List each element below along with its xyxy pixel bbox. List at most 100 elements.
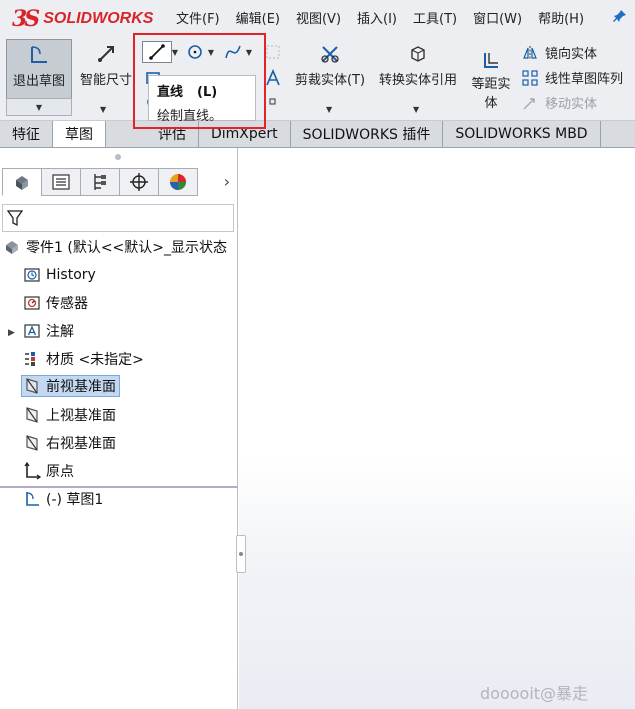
tab-evaluate[interactable]: 评估 bbox=[106, 121, 199, 147]
exit-sketch-button[interactable]: 退出草图 bbox=[6, 39, 72, 99]
menu-window[interactable]: 窗口(W) bbox=[473, 8, 522, 27]
point-button[interactable] bbox=[266, 95, 280, 109]
smart-dimension-label: 智能尺寸 bbox=[79, 73, 132, 88]
tab-feature-manager[interactable] bbox=[2, 168, 42, 196]
mirror-icon bbox=[520, 44, 540, 62]
tab-display-manager[interactable] bbox=[158, 168, 198, 196]
line-button[interactable] bbox=[142, 41, 172, 63]
trim-entities-button[interactable]: 剪裁实体(T) bbox=[292, 39, 368, 99]
tree-item-front-plane[interactable]: 前视基准面 bbox=[21, 375, 120, 397]
menu-insert[interactable]: 插入(I) bbox=[357, 8, 397, 27]
offset-entities-icon bbox=[480, 49, 502, 71]
splitter-dot bbox=[239, 552, 243, 556]
linear-pattern-button[interactable]: 线性草图阵列 bbox=[520, 68, 623, 87]
display-manager-icon bbox=[170, 174, 186, 190]
chevron-down-icon: ▼ bbox=[100, 105, 107, 114]
offset-entities-label-1: 等距实 bbox=[471, 77, 511, 92]
tab-mbd[interactable]: SOLIDWORKS MBD bbox=[443, 121, 601, 147]
plane-button[interactable] bbox=[262, 41, 284, 63]
tree-item-label: 传感器 bbox=[46, 296, 88, 312]
convert-dropdown[interactable]: ▼ bbox=[413, 101, 419, 116]
smart-dimension-button[interactable]: 智能尺寸 bbox=[76, 39, 136, 99]
tab-addins[interactable]: SOLIDWORKS 插件 bbox=[290, 121, 444, 147]
tree-filter-bar[interactable] bbox=[2, 204, 234, 232]
chevron-down-icon: ▼ bbox=[35, 102, 43, 112]
convert-entities-button[interactable]: 转换实体引用 bbox=[372, 39, 464, 99]
panel-grip[interactable] bbox=[115, 154, 121, 160]
tree-item-right-plane[interactable]: 右视基准面 bbox=[22, 432, 116, 454]
tooltip-description: 绘制直线。 bbox=[157, 109, 223, 124]
plane-icon bbox=[22, 433, 42, 453]
logo-ds-mark: 3S bbox=[12, 6, 40, 32]
tree-item-label: 右视基准面 bbox=[46, 436, 116, 452]
offset-entities-button[interactable]: 等距实 体 bbox=[466, 45, 516, 117]
tree-item-sketch1[interactable]: (-) 草图1 bbox=[22, 488, 103, 510]
trim-dropdown[interactable]: ▼ bbox=[326, 101, 332, 116]
command-manager-tabs: 特征 草图 评估 DimXpert SOLIDWORKS 插件 SOLIDWOR… bbox=[0, 121, 635, 148]
circle-icon bbox=[188, 45, 202, 59]
move-icon bbox=[520, 94, 540, 112]
tree-root-label: 零件1 (默认<<默认>_显示状态 bbox=[26, 240, 228, 256]
tree-item-label: 注解 bbox=[46, 324, 74, 340]
solidworks-logo[interactable]: 3S SOLIDWORKS bbox=[12, 6, 154, 32]
tree-item-label: 原点 bbox=[46, 464, 74, 480]
tree-item-annotations[interactable]: 注解 bbox=[22, 320, 74, 342]
exit-sketch-label: 退出草图 bbox=[12, 74, 65, 89]
pin-icon[interactable] bbox=[613, 9, 627, 27]
spline-button[interactable] bbox=[222, 41, 244, 63]
filter-icon[interactable] bbox=[6, 209, 24, 231]
chevron-down-icon: ▼ bbox=[413, 105, 420, 114]
tab-sketch[interactable]: 草图 bbox=[53, 121, 106, 147]
chevron-right-icon[interactable]: › bbox=[224, 172, 230, 191]
chevron-right-icon[interactable]: ▶ bbox=[8, 328, 15, 338]
property-list-icon bbox=[52, 174, 70, 190]
tab-configuration-manager[interactable] bbox=[80, 168, 120, 196]
tree-item-top-plane[interactable]: 上视基准面 bbox=[22, 404, 116, 426]
move-entities-button[interactable]: 移动实体 bbox=[520, 93, 597, 112]
chevron-down-icon: ▼ bbox=[245, 47, 253, 57]
crosshair-icon bbox=[130, 173, 148, 191]
trim-entities-label: 剪裁实体(T) bbox=[294, 73, 366, 88]
sketch-icon bbox=[22, 489, 42, 509]
tree-item-history[interactable]: History bbox=[22, 264, 96, 286]
circle-dropdown[interactable]: ▼ bbox=[206, 41, 216, 63]
tab-dimxpert-manager[interactable] bbox=[119, 168, 159, 196]
tab-dimxpert[interactable]: DimXpert bbox=[199, 121, 291, 147]
chevron-down-icon: ▼ bbox=[171, 47, 179, 57]
spline-dropdown[interactable]: ▼ bbox=[244, 41, 254, 63]
tab-property-manager[interactable] bbox=[41, 168, 81, 196]
material-icon bbox=[22, 349, 42, 369]
plane-icon bbox=[22, 405, 42, 425]
panel-splitter-handle[interactable] bbox=[236, 535, 246, 573]
tree-item-label: 上视基准面 bbox=[46, 408, 116, 424]
line-dropdown[interactable]: ▼ bbox=[170, 41, 180, 63]
menu-tools[interactable]: 工具(T) bbox=[413, 8, 457, 27]
spline-icon bbox=[225, 45, 241, 59]
plane-icon bbox=[22, 376, 42, 396]
exit-sketch-icon bbox=[28, 44, 50, 66]
configuration-icon bbox=[94, 174, 106, 190]
panel-tabs: › bbox=[2, 168, 236, 198]
text-button[interactable] bbox=[262, 67, 284, 89]
tree-item-sensors[interactable]: 传感器 bbox=[22, 292, 88, 314]
rollback-bar[interactable] bbox=[0, 486, 238, 488]
menu-bar: 文件(F) 编辑(E) 视图(V) 插入(I) 工具(T) 窗口(W) 帮助(H… bbox=[176, 8, 600, 27]
chevron-down-icon: ▼ bbox=[326, 105, 333, 114]
exit-sketch-dropdown[interactable]: ▼ bbox=[6, 98, 72, 116]
tree-item-material[interactable]: 材质 <未指定> bbox=[22, 348, 144, 370]
menu-file[interactable]: 文件(F) bbox=[176, 8, 220, 27]
logo-text: SOLIDWORKS bbox=[43, 10, 154, 27]
smart-dimension-dropdown[interactable]: ▼ bbox=[100, 101, 106, 116]
menu-view[interactable]: 视图(V) bbox=[296, 8, 341, 27]
menu-help[interactable]: 帮助(H) bbox=[538, 8, 584, 27]
line-icon bbox=[149, 44, 165, 60]
tree-item-origin[interactable]: 原点 bbox=[22, 460, 74, 482]
menu-edit[interactable]: 编辑(E) bbox=[236, 8, 280, 27]
circle-button[interactable] bbox=[184, 41, 206, 63]
tree-root-part[interactable]: 零件1 (默认<<默认>_显示状态 bbox=[2, 236, 227, 258]
tab-features[interactable]: 特征 bbox=[0, 121, 53, 147]
graphics-area[interactable] bbox=[239, 148, 635, 709]
annotation-icon bbox=[22, 321, 42, 341]
mirror-entities-button[interactable]: 镜向实体 bbox=[520, 43, 597, 62]
command-manager: 退出草图 ▼ 智能尺寸 ▼ ▼ ▼ ▼ 剪裁实体(T) ▼ 转换实体引用 ▼ 等… bbox=[0, 35, 635, 121]
